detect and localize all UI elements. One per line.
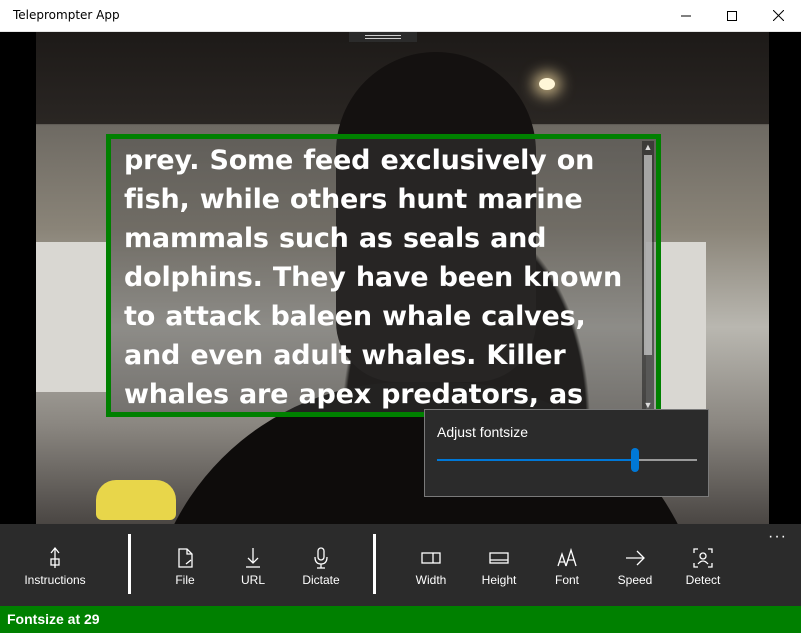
more-button[interactable]: ··· (768, 528, 787, 546)
building-left (36, 242, 108, 392)
file-button[interactable]: File (151, 524, 219, 606)
yellow-car (96, 480, 176, 520)
scroll-up-icon[interactable]: ▲ (642, 141, 654, 153)
microphone-icon (314, 547, 328, 569)
download-icon (246, 548, 260, 568)
prompter-text: prey. Some feed exclusively on fish, whi… (124, 145, 623, 410)
detect-button[interactable]: Detect (669, 524, 737, 606)
minimize-icon (681, 15, 691, 16)
separator (128, 534, 131, 594)
prompter-box[interactable]: prey. Some feed exclusively on fish, whi… (106, 134, 661, 417)
scroll-thumb[interactable] (644, 155, 652, 355)
font-icon (557, 547, 577, 567)
fontsize-slider[interactable] (437, 446, 697, 474)
url-button[interactable]: URL (219, 524, 287, 606)
height-button[interactable]: Height (465, 524, 533, 606)
maximize-button[interactable] (709, 0, 755, 31)
speed-button[interactable]: Speed (601, 524, 669, 606)
slider-track-empty (635, 459, 697, 461)
close-button[interactable] (755, 0, 801, 31)
dictate-label: Dictate (302, 573, 340, 587)
slider-thumb[interactable] (631, 448, 639, 472)
status-bar: Fontsize at 29 (0, 606, 801, 633)
detect-label: Detect (685, 573, 721, 587)
instructions-button[interactable]: Instructions (21, 524, 89, 606)
drag-handle[interactable] (349, 32, 417, 42)
close-icon (772, 10, 784, 21)
face-detect-icon (693, 548, 713, 568)
width-icon (421, 552, 441, 564)
maximize-icon (727, 10, 737, 21)
dictate-button[interactable]: Dictate (287, 524, 355, 606)
fontsize-flyout: Adjust fontsize (424, 409, 709, 497)
font-button[interactable]: Font (533, 524, 601, 606)
width-button[interactable]: Width (397, 524, 465, 606)
file-icon (178, 548, 193, 568)
status-text: Fontsize at 29 (7, 611, 100, 627)
slider-track-filled (437, 459, 635, 461)
grip-icon (365, 35, 401, 39)
prompter-scrollbar[interactable]: ▲ ▼ (642, 141, 654, 411)
instructions-label: Instructions (24, 573, 86, 587)
title-bar: Teleprompter App (0, 0, 801, 32)
instructions-icon (50, 546, 60, 568)
separator (373, 534, 376, 594)
command-bar: ··· Instructions File URL Dictate Width … (0, 524, 801, 606)
window-title: Teleprompter App (13, 8, 120, 22)
minimize-button[interactable] (663, 0, 709, 31)
height-icon (489, 552, 509, 564)
ceiling-light (539, 78, 555, 90)
arrow-right-icon (626, 550, 645, 566)
fontsize-label: Adjust fontsize (437, 424, 529, 440)
